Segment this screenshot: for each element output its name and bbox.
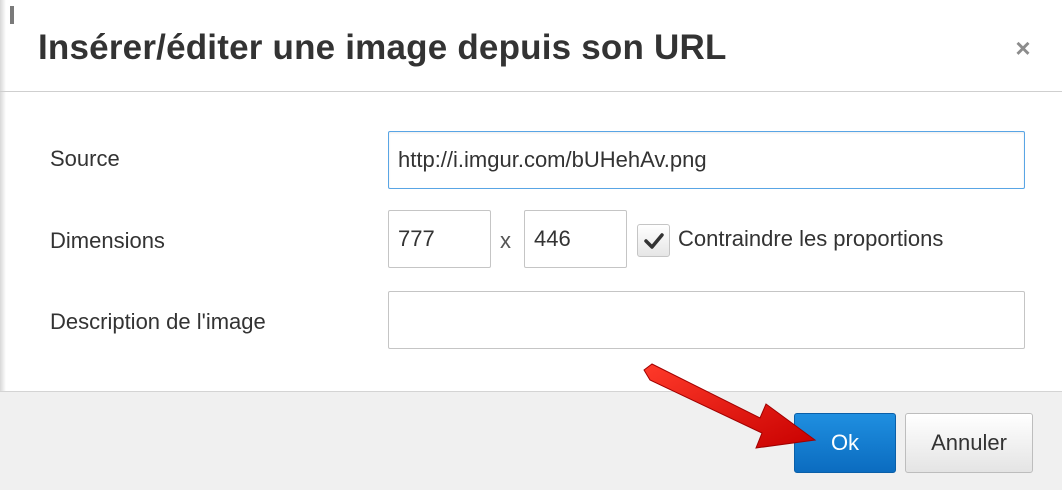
constrain-proportions-label[interactable]: Contraindre les proportions [678,226,943,252]
dialog-footer [0,391,1062,490]
height-input[interactable] [524,210,627,268]
close-icon[interactable]: × [1011,35,1035,61]
dialog-title: Insérer/éditer une image depuis son URL [38,28,727,67]
source-label: Source [50,146,120,171]
checkmark-icon [644,233,664,249]
dimensions-label: Dimensions [50,228,165,253]
description-input[interactable] [388,291,1025,349]
description-label: Description de l'image [50,309,266,334]
ok-button[interactable]: Ok [794,413,896,473]
image-dialog: Insérer/éditer une image depuis son URL … [0,0,1062,490]
width-input[interactable] [388,210,491,268]
dialog-header: Insérer/éditer une image depuis son URL … [0,0,1062,92]
source-input[interactable] [388,131,1025,189]
dimension-separator: x [500,228,511,253]
constrain-proportions-checkbox[interactable] [637,224,670,257]
cancel-button[interactable]: Annuler [905,413,1033,473]
